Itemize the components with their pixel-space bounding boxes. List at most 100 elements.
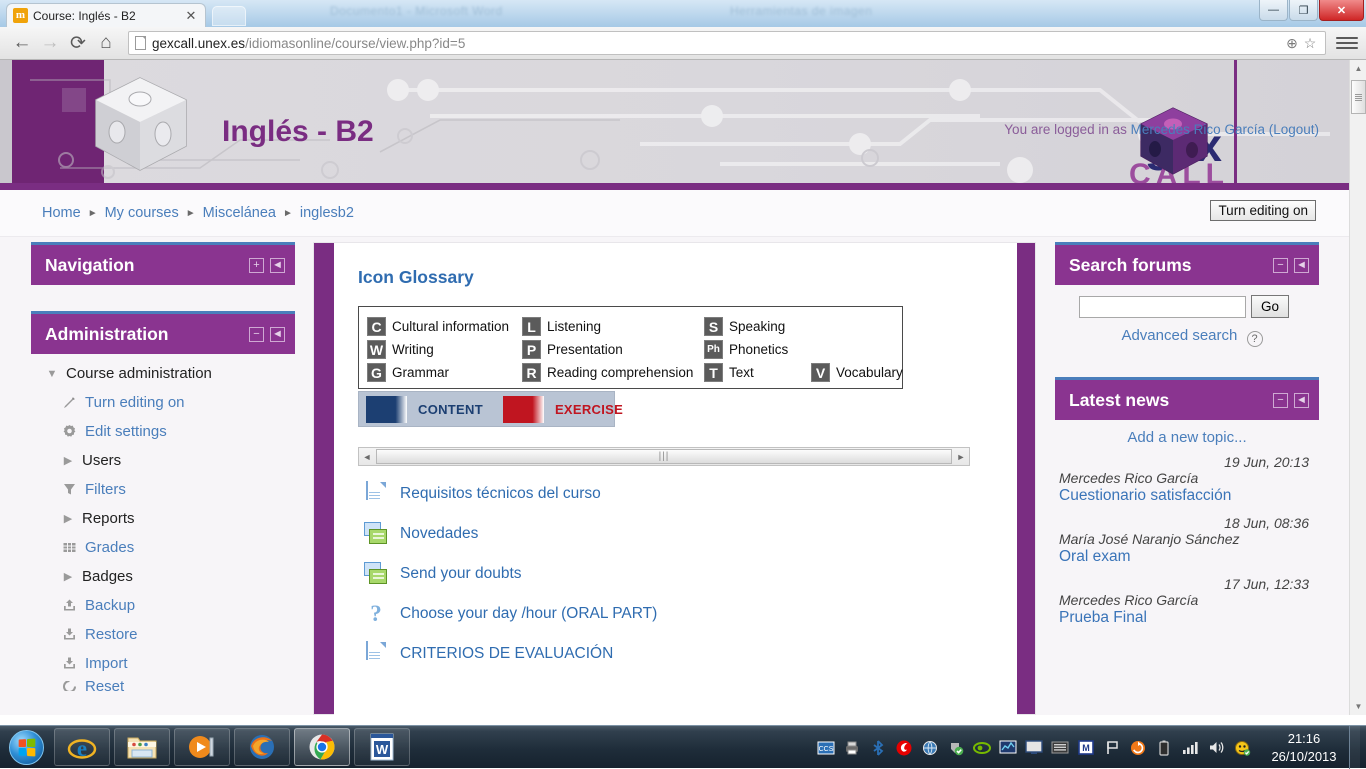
activity-label[interactable]: Choose your day /hour (ORAL PART) bbox=[400, 605, 657, 623]
bookmark-star-icon[interactable]: ☆ bbox=[1301, 35, 1319, 52]
turn-editing-on-button[interactable]: Turn editing on bbox=[1210, 200, 1316, 221]
start-button[interactable] bbox=[2, 728, 50, 766]
search-go-button[interactable]: Go bbox=[1251, 295, 1289, 318]
new-tab-button[interactable] bbox=[212, 6, 246, 26]
admin-item-course-administration[interactable]: ▼ Course administration bbox=[45, 362, 295, 385]
admin-item-import[interactable]: Import bbox=[45, 652, 295, 675]
keyboard-icon[interactable] bbox=[1049, 737, 1071, 759]
content-horizontal-scrollbar[interactable]: ◄ ||| ► bbox=[358, 447, 970, 466]
battery-icon[interactable] bbox=[1153, 737, 1175, 759]
news-subject-link[interactable]: Cuestionario satisfacción bbox=[1059, 487, 1309, 505]
latest-news-block: Latest news − ◄ Add a new topic... 19 Ju… bbox=[1055, 377, 1319, 633]
breadcrumb-item-miscelanea[interactable]: Miscelánea bbox=[203, 205, 276, 221]
tab-close-icon[interactable]: ✕ bbox=[183, 8, 199, 24]
nvidia-icon[interactable] bbox=[971, 737, 993, 759]
activity-link-row[interactable]: ? Choose your day /hour (ORAL PART) bbox=[358, 594, 1001, 634]
restore-button[interactable]: ❐ bbox=[1289, 0, 1318, 21]
admin-item-grades[interactable]: Grades bbox=[45, 536, 295, 559]
activity-link-row[interactable]: Requisitos técnicos del curso bbox=[358, 474, 1001, 514]
taskbar-word[interactable]: W bbox=[354, 728, 410, 766]
update-icon[interactable] bbox=[1127, 737, 1149, 759]
admin-item-filters[interactable]: Filters bbox=[45, 478, 295, 501]
antivirus-icon[interactable] bbox=[1231, 737, 1253, 759]
dock-left-icon[interactable]: ◄ bbox=[270, 327, 285, 342]
scroll-up-arrow-icon[interactable]: ▲ bbox=[1350, 60, 1366, 77]
signal-icon[interactable] bbox=[1179, 737, 1201, 759]
zoom-icon[interactable]: ⊕ bbox=[1283, 35, 1301, 52]
collapse-icon[interactable]: − bbox=[1273, 393, 1288, 408]
login-username[interactable]: Mercedes Rico García bbox=[1131, 122, 1265, 137]
breadcrumb-item-inglesb2[interactable]: inglesb2 bbox=[300, 205, 354, 221]
breadcrumb-item-home[interactable]: Home bbox=[42, 205, 81, 221]
news-subject-link[interactable]: Prueba Final bbox=[1059, 609, 1309, 627]
show-desktop-button[interactable] bbox=[1349, 726, 1360, 769]
printer-icon[interactable] bbox=[841, 737, 863, 759]
home-icon[interactable]: ⌂ bbox=[92, 30, 120, 56]
admin-item-turn-editing-on[interactable]: Turn editing on bbox=[45, 391, 295, 414]
activity-label[interactable]: Send your doubts bbox=[400, 565, 522, 583]
search-input[interactable] bbox=[1079, 296, 1246, 318]
admin-item-reports[interactable]: ▶ Reports bbox=[45, 507, 295, 530]
triangle-down-icon[interactable]: ▼ bbox=[45, 368, 59, 380]
scroll-left-arrow-icon[interactable]: ◄ bbox=[359, 452, 375, 462]
activity-link-row[interactable]: Send your doubts bbox=[358, 554, 1001, 594]
collapse-icon[interactable]: − bbox=[1273, 258, 1288, 273]
breadcrumb-item-my-courses[interactable]: My courses bbox=[105, 205, 179, 221]
page-vertical-scrollbar[interactable]: ▲ ▼ bbox=[1349, 60, 1366, 715]
shield-check-icon[interactable] bbox=[945, 737, 967, 759]
globe-icon[interactable] bbox=[919, 737, 941, 759]
scroll-thumb[interactable]: ||| bbox=[376, 449, 952, 464]
chrome-menu-icon[interactable] bbox=[1336, 37, 1358, 49]
file-explorer-icon bbox=[126, 733, 158, 761]
dock-left-icon[interactable]: ◄ bbox=[1294, 393, 1309, 408]
address-bar[interactable]: gexcall.unex.es /idiomasonline/course/vi… bbox=[128, 31, 1326, 55]
logout-link[interactable]: (Logout) bbox=[1265, 122, 1319, 137]
admin-item-restore[interactable]: Restore bbox=[45, 623, 295, 646]
triangle-right-icon[interactable]: ▶ bbox=[61, 512, 75, 525]
close-button[interactable]: ✕ bbox=[1319, 0, 1364, 21]
m-icon[interactable]: M bbox=[1075, 737, 1097, 759]
admin-item-backup[interactable]: Backup bbox=[45, 594, 295, 617]
back-icon[interactable]: ← bbox=[8, 30, 36, 56]
volume-icon[interactable] bbox=[1205, 737, 1227, 759]
admin-item-users[interactable]: ▶ Users bbox=[45, 449, 295, 472]
taskbar-internet-explorer[interactable]: e bbox=[54, 728, 110, 766]
dock-left-icon[interactable]: ◄ bbox=[270, 258, 285, 273]
activity-link-row[interactable]: CRITERIOS DE EVALUACIÓN bbox=[358, 634, 1001, 674]
bluetooth-icon[interactable] bbox=[867, 737, 889, 759]
add-new-topic-link[interactable]: Add a new topic... bbox=[1055, 420, 1319, 450]
taskbar-chrome[interactable] bbox=[294, 728, 350, 766]
admin-item-edit-settings[interactable]: Edit settings bbox=[45, 420, 295, 443]
activity-link-row[interactable]: Novedades bbox=[358, 514, 1001, 554]
taskbar-media-player[interactable] bbox=[174, 728, 230, 766]
activity-label[interactable]: Requisitos técnicos del curso bbox=[400, 485, 601, 503]
display-icon[interactable] bbox=[1023, 737, 1045, 759]
scroll-down-arrow-icon[interactable]: ▼ bbox=[1350, 698, 1366, 715]
breadcrumb-separator: ► bbox=[283, 208, 293, 219]
ccs-icon[interactable]: CCS bbox=[815, 737, 837, 759]
browser-tab[interactable]: Course: Inglés - B2 ✕ bbox=[6, 3, 206, 27]
expand-icon[interactable]: + bbox=[249, 258, 264, 273]
dock-left-icon[interactable]: ◄ bbox=[1294, 258, 1309, 273]
help-icon[interactable]: ? bbox=[1247, 331, 1263, 347]
activity-label[interactable]: CRITERIOS DE EVALUACIÓN bbox=[400, 645, 613, 663]
collapse-icon[interactable]: − bbox=[249, 327, 264, 342]
advanced-search-link[interactable]: Advanced search bbox=[1121, 327, 1237, 344]
taskbar-firefox[interactable] bbox=[234, 728, 290, 766]
triangle-right-icon[interactable]: ▶ bbox=[61, 454, 75, 467]
vodafone-icon[interactable] bbox=[893, 737, 915, 759]
flag-icon[interactable] bbox=[1101, 737, 1123, 759]
admin-item-reset[interactable]: Reset bbox=[45, 681, 295, 691]
forward-icon[interactable]: → bbox=[36, 30, 64, 56]
network-monitor-icon[interactable] bbox=[997, 737, 1019, 759]
triangle-right-icon[interactable]: ▶ bbox=[61, 570, 75, 583]
news-subject-link[interactable]: Oral exam bbox=[1059, 548, 1309, 566]
reload-icon[interactable]: ⟳ bbox=[64, 30, 92, 56]
minimize-button[interactable]: — bbox=[1259, 0, 1288, 21]
vertical-scroll-thumb[interactable] bbox=[1351, 80, 1366, 114]
taskbar-file-explorer[interactable] bbox=[114, 728, 170, 766]
activity-label[interactable]: Novedades bbox=[400, 525, 478, 543]
scroll-right-arrow-icon[interactable]: ► bbox=[953, 452, 969, 462]
taskbar-clock[interactable]: 21:16 26/10/2013 bbox=[1263, 730, 1345, 765]
admin-item-badges[interactable]: ▶ Badges bbox=[45, 565, 295, 588]
